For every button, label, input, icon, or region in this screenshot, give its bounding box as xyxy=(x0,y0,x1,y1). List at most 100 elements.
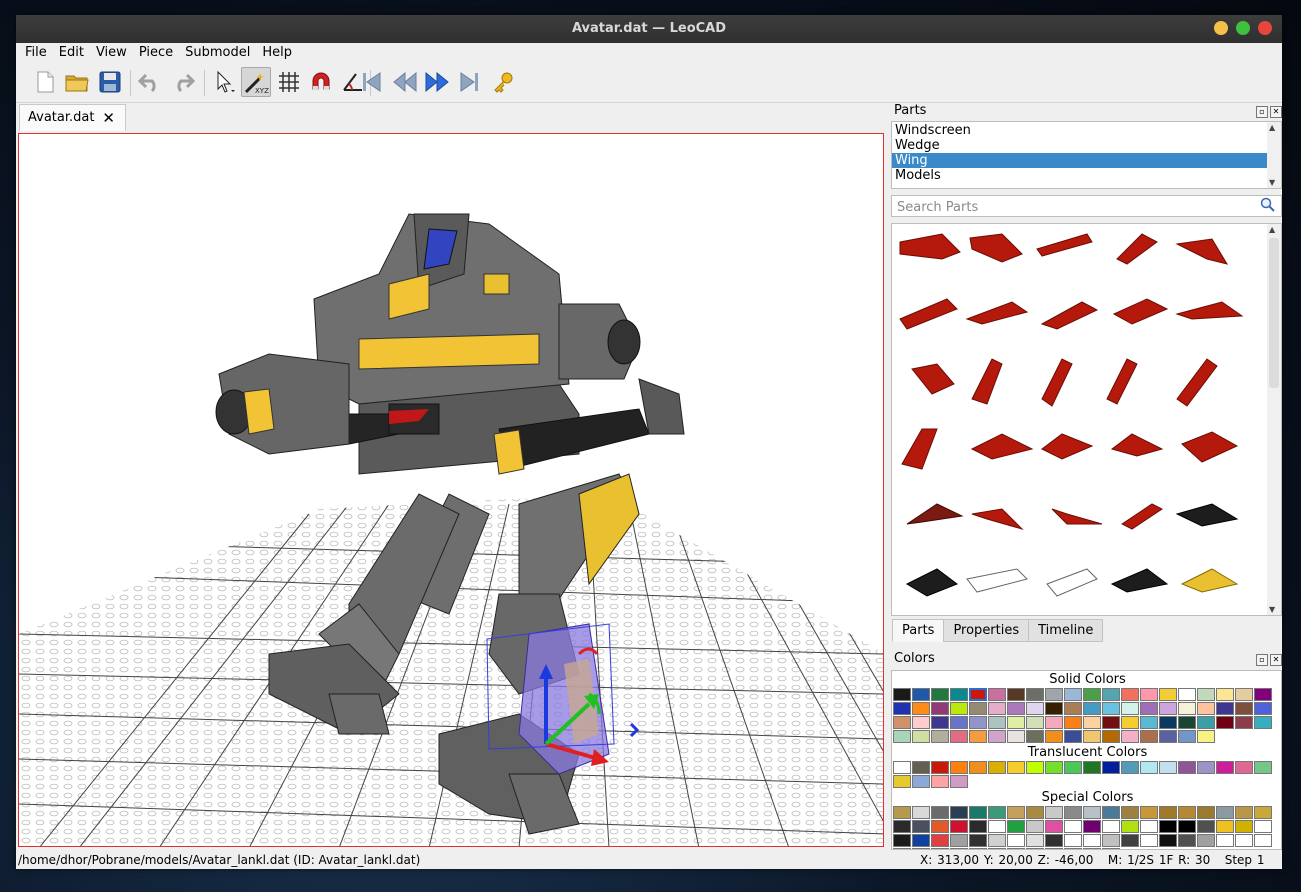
color-swatch[interactable] xyxy=(988,761,1006,774)
color-swatch[interactable] xyxy=(1102,716,1120,729)
color-swatch[interactable] xyxy=(1045,688,1063,701)
minimize-button[interactable] xyxy=(1214,21,1228,35)
color-swatch[interactable] xyxy=(912,820,930,833)
color-swatch[interactable] xyxy=(893,761,911,774)
color-swatch[interactable] xyxy=(1254,820,1272,833)
color-swatch[interactable] xyxy=(912,806,930,819)
color-swatch[interactable] xyxy=(1045,820,1063,833)
color-swatch[interactable] xyxy=(893,702,911,715)
color-swatch[interactable] xyxy=(931,775,949,788)
color-swatch[interactable] xyxy=(1064,761,1082,774)
color-swatch[interactable] xyxy=(893,716,911,729)
color-swatch[interactable] xyxy=(1159,806,1177,819)
color-swatch[interactable] xyxy=(1159,761,1177,774)
color-swatch[interactable] xyxy=(1083,688,1101,701)
color-swatch[interactable] xyxy=(950,834,968,847)
color-swatch[interactable] xyxy=(931,834,949,847)
search-parts-field[interactable] xyxy=(891,195,1282,217)
color-swatch[interactable] xyxy=(969,730,987,743)
color-swatch[interactable] xyxy=(931,688,949,701)
color-swatch[interactable] xyxy=(1197,730,1215,743)
color-swatch[interactable] xyxy=(969,688,987,701)
color-swatch[interactable] xyxy=(1045,834,1063,847)
document-tab[interactable]: Avatar.dat ✕ xyxy=(19,104,126,131)
color-swatch[interactable] xyxy=(931,820,949,833)
color-swatch[interactable] xyxy=(1083,848,1101,849)
color-swatch[interactable] xyxy=(1045,730,1063,743)
grid-snap-icon[interactable] xyxy=(274,67,304,97)
search-icon[interactable] xyxy=(1260,197,1276,217)
colors-dock-float-icon[interactable]: ▫ xyxy=(1256,654,1268,666)
color-swatch[interactable] xyxy=(912,834,930,847)
color-swatch[interactable] xyxy=(1216,761,1234,774)
color-swatch[interactable] xyxy=(1102,688,1120,701)
color-swatch[interactable] xyxy=(1121,806,1139,819)
color-swatch[interactable] xyxy=(931,730,949,743)
color-swatch[interactable] xyxy=(931,702,949,715)
new-file-icon[interactable] xyxy=(30,67,60,97)
color-swatch[interactable] xyxy=(1102,806,1120,819)
color-swatch[interactable] xyxy=(1064,834,1082,847)
color-swatch[interactable] xyxy=(1140,716,1158,729)
color-swatch[interactable] xyxy=(1026,820,1044,833)
close-tab-icon[interactable]: ✕ xyxy=(102,105,115,131)
tab-parts[interactable]: Parts xyxy=(892,619,945,642)
color-swatch[interactable] xyxy=(950,730,968,743)
color-swatch[interactable] xyxy=(969,806,987,819)
dock-close-icon[interactable]: ✕ xyxy=(1270,106,1282,118)
color-swatch[interactable] xyxy=(1178,820,1196,833)
save-icon[interactable] xyxy=(95,67,125,97)
color-swatch[interactable] xyxy=(1083,702,1101,715)
color-swatch[interactable] xyxy=(988,730,1006,743)
category-scrollbar[interactable]: ▲ ▼ xyxy=(1267,122,1281,188)
menu-edit[interactable]: Edit xyxy=(53,43,90,63)
color-swatch[interactable] xyxy=(1007,834,1025,847)
color-swatch[interactable] xyxy=(912,730,930,743)
color-swatch[interactable] xyxy=(1254,761,1272,774)
maximize-button[interactable] xyxy=(1236,21,1250,35)
color-swatch[interactable] xyxy=(1007,820,1025,833)
3d-viewport[interactable] xyxy=(18,133,884,847)
select-tool-icon[interactable] xyxy=(209,67,239,97)
search-input[interactable] xyxy=(895,197,1249,217)
color-swatch[interactable] xyxy=(1083,761,1101,774)
color-swatch[interactable] xyxy=(1007,716,1025,729)
first-step-icon[interactable] xyxy=(357,67,387,97)
color-swatch[interactable] xyxy=(1064,806,1082,819)
key-icon[interactable] xyxy=(488,67,518,97)
color-swatch[interactable] xyxy=(1121,688,1139,701)
color-swatch[interactable] xyxy=(1235,806,1253,819)
color-swatch[interactable] xyxy=(1064,820,1082,833)
transform-tool-icon[interactable]: XYZ xyxy=(241,67,271,97)
color-swatch[interactable] xyxy=(1026,688,1044,701)
color-swatch[interactable] xyxy=(1064,716,1082,729)
color-swatch[interactable] xyxy=(1102,730,1120,743)
color-swatch[interactable] xyxy=(950,688,968,701)
color-swatch[interactable] xyxy=(1216,806,1234,819)
color-swatch[interactable] xyxy=(1235,834,1253,847)
color-swatch[interactable] xyxy=(1121,702,1139,715)
color-swatch[interactable] xyxy=(1121,820,1139,833)
colors-dock-close-icon[interactable]: ✕ xyxy=(1270,654,1282,666)
color-swatch[interactable] xyxy=(1235,702,1253,715)
color-swatch[interactable] xyxy=(988,820,1006,833)
color-swatch[interactable] xyxy=(988,716,1006,729)
color-swatch[interactable] xyxy=(1007,848,1025,849)
color-swatch[interactable] xyxy=(1140,806,1158,819)
color-swatch[interactable] xyxy=(1026,848,1044,849)
color-swatch[interactable] xyxy=(1083,716,1101,729)
menu-view[interactable]: View xyxy=(90,43,133,63)
color-swatch[interactable] xyxy=(893,775,911,788)
color-swatch[interactable] xyxy=(1007,806,1025,819)
color-swatch[interactable] xyxy=(1178,716,1196,729)
color-swatch[interactable] xyxy=(1102,761,1120,774)
parts-grid-scrollbar[interactable]: ▲ ▼ xyxy=(1267,224,1281,615)
color-swatch[interactable] xyxy=(893,820,911,833)
color-swatch[interactable] xyxy=(893,730,911,743)
color-swatch[interactable] xyxy=(1216,688,1234,701)
open-folder-icon[interactable] xyxy=(62,67,92,97)
last-step-icon[interactable] xyxy=(454,67,484,97)
color-swatch[interactable] xyxy=(1064,688,1082,701)
color-swatch[interactable] xyxy=(931,848,949,849)
color-swatch[interactable] xyxy=(893,848,911,849)
